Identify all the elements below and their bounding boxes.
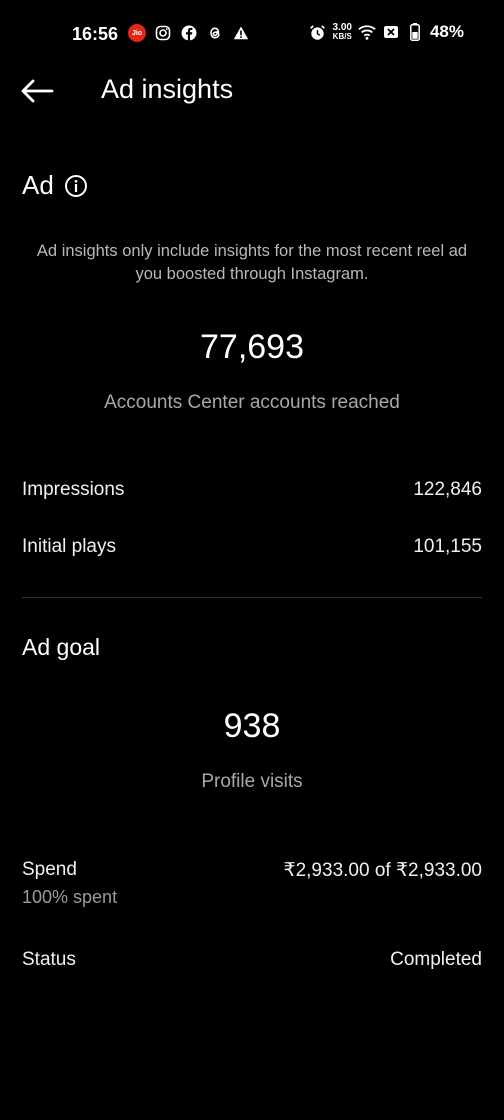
app-bar: Ad insights [0, 68, 504, 114]
status-value: Completed [390, 949, 482, 970]
alarm-icon [309, 23, 327, 41]
metric-value: 122,846 [413, 479, 482, 500]
reach-label: Accounts Center accounts reached [104, 392, 400, 413]
ad-insights-notice: Ad insights only include insights for th… [36, 242, 468, 283]
jio-label: Jio [128, 24, 146, 42]
instagram-icon [154, 24, 172, 42]
warning-icon [232, 24, 250, 42]
battery-percent: 48% [429, 22, 464, 41]
page-title: Ad insights [101, 74, 234, 104]
metric-value: 101,155 [413, 536, 482, 557]
spend-value: ₹2,933.00 of ₹2,933.00 [283, 860, 483, 881]
network-speed: 3.00 KB/S [333, 23, 352, 41]
wifi-icon [358, 23, 376, 41]
system-icons: 3.00 KB/S 48% [309, 22, 464, 42]
jio-icon: Jio [128, 24, 146, 42]
status-bar: 16:56 Jio 3.00 KB/S 48% [0, 0, 504, 68]
status-label: Status [22, 949, 76, 970]
arrow-left-icon [21, 79, 54, 103]
speed-unit: KB/S [332, 32, 352, 41]
spend-row: Spend 100% spent ₹2,933.00 of ₹2,933.00 [22, 859, 482, 908]
status-time: 16:56 [72, 24, 119, 44]
ad-goal-label: Profile visits [201, 771, 303, 792]
spend-label-group: Spend 100% spent [22, 859, 117, 908]
section-divider [22, 597, 482, 598]
notification-icons: Jio [128, 24, 250, 42]
spend-label: Spend [22, 859, 77, 880]
spend-sub-label: 100% spent [22, 887, 118, 907]
metric-row-initial-plays: Initial plays 101,155 [22, 536, 482, 558]
threads-icon [206, 24, 224, 42]
info-icon[interactable] [64, 174, 88, 198]
facebook-icon [180, 24, 198, 42]
ad-goal-heading: Ad goal [22, 634, 101, 660]
metric-label: Initial plays [22, 536, 116, 557]
ad-goal-value: 938 [223, 707, 281, 745]
status-row: Status Completed [22, 949, 482, 971]
metric-row-impressions: Impressions 122,846 [22, 479, 482, 501]
screen: 16:56 Jio 3.00 KB/S 48% Ad insights Ad A… [0, 0, 504, 1120]
ad-heading-label: Ad [22, 170, 54, 200]
reach-value: 77,693 [200, 328, 304, 366]
battery-icon [406, 23, 424, 41]
no-sim-icon [382, 23, 400, 41]
ad-section-heading: Ad [22, 170, 88, 201]
metric-label: Impressions [22, 479, 125, 500]
back-button[interactable] [20, 76, 58, 106]
